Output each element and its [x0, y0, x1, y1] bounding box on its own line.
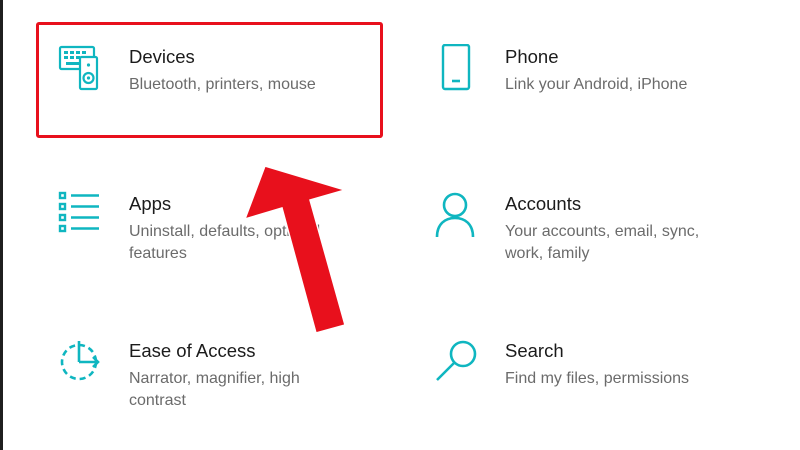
settings-page: Devices Bluetooth, printers, mouse Phone…	[0, 0, 800, 450]
tile-title: Search	[505, 340, 564, 361]
tile-title: Devices	[129, 46, 195, 67]
tile-title: Ease of Access	[129, 340, 256, 361]
phone-icon	[433, 44, 481, 92]
tile-description: Narrator, magnifier, high contrast	[129, 370, 300, 409]
window-edge	[0, 0, 3, 450]
ease-of-access-icon	[57, 338, 105, 386]
tile-title: Accounts	[505, 193, 582, 214]
search-icon	[433, 338, 481, 386]
tile-description: Uninstall, defaults, optional features	[129, 223, 321, 262]
settings-tile-accounts[interactable]: Accounts Your accounts, email, sync, wor…	[433, 191, 773, 301]
apps-list-icon	[57, 191, 105, 239]
settings-tile-search[interactable]: Search Find my files, permissions	[433, 338, 773, 448]
tile-description: Find my files, permissions	[505, 370, 690, 387]
tile-description: Bluetooth, printers, mouse	[129, 76, 316, 93]
settings-tile-ease-of-access[interactable]: Ease of Access Narrator, magnifier, high…	[57, 338, 397, 448]
settings-tile-devices[interactable]: Devices Bluetooth, printers, mouse	[57, 44, 397, 154]
person-icon	[433, 191, 481, 239]
tile-title: Apps	[129, 193, 172, 214]
tile-description: Link your Android, iPhone	[505, 76, 688, 93]
tile-description: Your accounts, email, sync, work, family	[505, 223, 700, 262]
settings-tile-phone[interactable]: Phone Link your Android, iPhone	[433, 44, 773, 154]
tile-title: Phone	[505, 46, 559, 67]
settings-tile-apps[interactable]: Apps Uninstall, defaults, optional featu…	[57, 191, 397, 301]
devices-icon	[57, 44, 105, 92]
